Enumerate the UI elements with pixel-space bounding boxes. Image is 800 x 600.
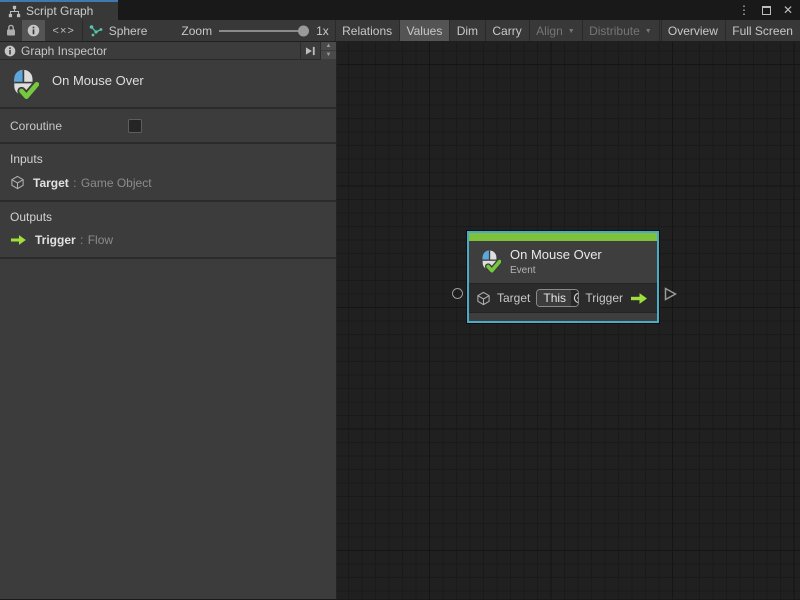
tab-title: Script Graph xyxy=(26,4,93,18)
node-title: On Mouse Over xyxy=(510,247,602,263)
toolbar-button-distribute[interactable]: Distribute ▼ xyxy=(582,20,659,41)
panel-scroller: ▲ ▼ xyxy=(320,42,336,60)
toolbar-button-carry[interactable]: Carry xyxy=(485,20,528,41)
flow-arrow-icon xyxy=(630,292,648,305)
graph-owner-label: Sphere xyxy=(109,24,148,38)
toolbar-button-overview[interactable]: Overview xyxy=(661,20,725,41)
lock-icon xyxy=(5,24,17,37)
node-footer xyxy=(469,312,657,321)
trigger-port-label: Trigger xyxy=(585,291,623,305)
input-port-row: Target : Game Object xyxy=(10,175,336,190)
node-header: On Mouse Over Event xyxy=(469,241,657,283)
zoom-slider-track xyxy=(219,30,309,32)
window-menu-icon[interactable]: ⋮ xyxy=(736,2,752,18)
unit-title-section: On Mouse Over xyxy=(0,60,336,109)
coroutine-row: Coroutine xyxy=(0,109,336,144)
code-icon: <×> xyxy=(53,25,75,37)
flow-arrow-icon xyxy=(10,234,27,246)
target-port-label: Target xyxy=(497,291,530,305)
graph-canvas[interactable]: On Mouse Over Event Target This xyxy=(337,42,800,599)
inspector-title: Graph Inspector xyxy=(21,44,300,58)
zoom-value: 1x xyxy=(316,24,329,38)
node-event-colorbar xyxy=(469,233,657,241)
coroutine-label: Coroutine xyxy=(10,119,128,133)
flow-graph-icon xyxy=(89,24,103,38)
graph-owner-breadcrumb[interactable]: Sphere xyxy=(83,20,156,41)
toolbar-button-fullscreen[interactable]: Full Screen xyxy=(725,20,800,41)
scroll-up-icon[interactable]: ▲ xyxy=(321,42,336,51)
node-ports-row: Target This Trigger xyxy=(469,283,657,312)
info-icon xyxy=(4,45,16,57)
mouse-event-icon xyxy=(9,68,39,102)
mouse-event-icon xyxy=(479,249,501,275)
node-subtitle: Event xyxy=(510,265,602,276)
info-icon xyxy=(27,24,40,37)
lock-button[interactable] xyxy=(0,20,22,41)
object-picker-icon[interactable] xyxy=(571,290,579,306)
scroll-down-icon[interactable]: ▼ xyxy=(321,51,336,60)
zoom-label: Zoom xyxy=(181,24,212,38)
inspector-header: Graph Inspector ▲ ▼ xyxy=(0,42,336,60)
cube-icon xyxy=(10,175,25,190)
inspector-empty-area xyxy=(0,259,336,599)
code-view-button[interactable]: <×> xyxy=(45,20,82,41)
close-icon[interactable]: ✕ xyxy=(780,2,796,18)
toolbar-button-values[interactable]: Values xyxy=(400,20,450,41)
toolbar-button-relations[interactable]: Relations xyxy=(335,20,399,41)
tab-script-graph[interactable]: Script Graph xyxy=(0,0,118,20)
inspector-toggle-button[interactable] xyxy=(22,20,45,41)
graph-toolbar: <×> Sphere Zoom 1x Relations Values Dim xyxy=(0,20,800,42)
chevron-down-icon: ▼ xyxy=(645,28,652,35)
chevron-down-icon: ▼ xyxy=(568,28,575,35)
output-port-row: Trigger : Flow xyxy=(10,233,336,247)
graph-inspector-panel: Graph Inspector ▲ ▼ xyxy=(0,42,337,599)
cube-icon xyxy=(476,291,491,306)
zoom-slider[interactable] xyxy=(219,20,309,42)
event-node-on-mouse-over[interactable]: On Mouse Over Event Target This xyxy=(467,231,659,323)
zoom-slider-handle[interactable] xyxy=(298,25,309,36)
node-output-port[interactable] xyxy=(664,287,677,301)
outputs-section: Outputs Trigger : Flow xyxy=(0,202,336,259)
titlebar: Script Graph ⋮ ✕ xyxy=(0,0,800,20)
inputs-section: Inputs Target : Game Object xyxy=(0,144,336,202)
target-value-button[interactable]: This xyxy=(536,289,579,307)
dock-panel-button[interactable] xyxy=(300,42,320,60)
toolbar-button-align[interactable]: Align ▼ xyxy=(529,20,582,41)
coroutine-checkbox[interactable] xyxy=(128,119,142,133)
toolbar-button-dim[interactable]: Dim xyxy=(450,20,485,41)
outputs-header: Outputs xyxy=(10,210,336,224)
maximize-icon[interactable] xyxy=(758,2,774,18)
window-controls: ⋮ ✕ xyxy=(736,0,796,20)
graph-hierarchy-icon xyxy=(8,5,21,18)
node-input-port[interactable] xyxy=(452,288,463,299)
inputs-header: Inputs xyxy=(10,152,336,166)
unit-title: On Mouse Over xyxy=(52,73,144,88)
